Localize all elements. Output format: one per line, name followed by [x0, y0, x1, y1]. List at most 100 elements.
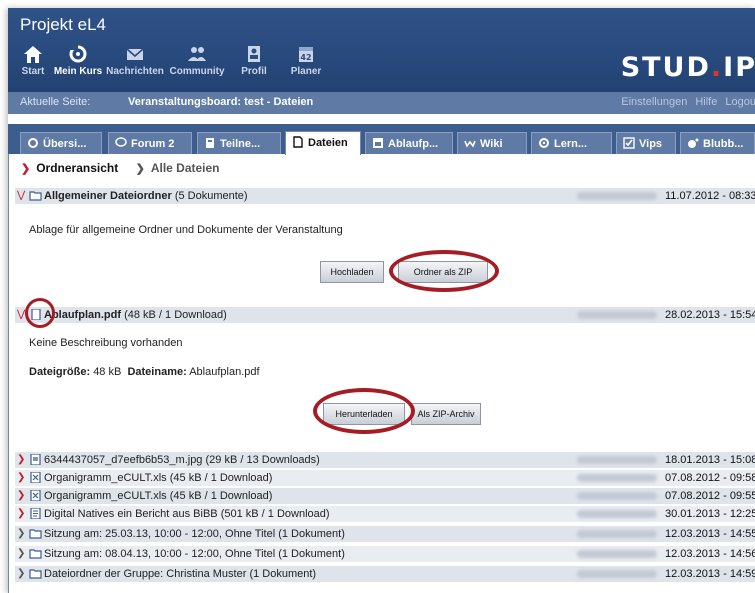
expand-arrow-icon[interactable]: ❯: [17, 526, 29, 542]
nav-mein-kurs[interactable]: Mein Kurs: [52, 44, 104, 88]
tab-label: Übersi...: [43, 138, 87, 150]
file-meta: (48 kB / 1 Download): [124, 309, 227, 321]
profile-icon: [248, 46, 260, 62]
brand-text: STUD: [620, 52, 711, 83]
filename-value: Ablaufplan.pdf: [189, 366, 260, 378]
tab-vips[interactable]: Vips: [616, 132, 676, 154]
size-value: 48 kB: [93, 366, 122, 378]
file-name[interactable]: Ablaufplan.pdf (48 kB / 1 Download): [44, 307, 227, 323]
file-name[interactable]: Digital Natives ein Bericht aus BiBB (50…: [44, 506, 330, 522]
folder-date: 11.07.2012 - 08:33: [665, 190, 755, 202]
folder-row[interactable]: ❯ Sitzung am: 08.04.13, 10:00 - 12:00, O…: [15, 546, 755, 562]
file-name[interactable]: 6344437057_d7eefb6b53_m.jpg (29 kB / 13 …: [44, 452, 320, 468]
overview-icon: [28, 138, 38, 148]
nav-planer[interactable]: 42 Planer: [280, 44, 332, 88]
tab-teilnehmer[interactable]: Teilne...: [197, 132, 281, 154]
file-name[interactable]: Organigramm_eCULT.xls (45 kB / 1 Downloa…: [44, 488, 272, 504]
author-blurred: [577, 456, 657, 464]
help-link[interactable]: Hilfe: [695, 96, 717, 108]
highlight-ring: [25, 298, 55, 328]
tab-forum[interactable]: Forum 2: [108, 132, 192, 154]
expand-arrow-icon[interactable]: ❯: [17, 566, 29, 582]
author-blurred: [577, 510, 657, 518]
file-name[interactable]: Organigramm_eCULT.xls (45 kB / 1 Downloa…: [44, 470, 272, 486]
course-icon: [69, 44, 87, 63]
nav-profil[interactable]: Profil: [228, 44, 280, 88]
expand-arrow-icon[interactable]: ❯: [17, 488, 29, 504]
folder-name[interactable]: Dateiordner der Gruppe: Christina Muster…: [44, 566, 316, 582]
expand-arrow-icon[interactable]: ❯: [17, 452, 29, 468]
folder-row-main[interactable]: ⋁ Allgemeiner Dateiordner (5 Dokumente) …: [15, 188, 755, 204]
nav-label: Mein Kurs: [53, 66, 103, 77]
blubber-icon: [688, 138, 699, 148]
community-icon: [188, 47, 206, 61]
nav-label: Nachrichten: [106, 66, 164, 77]
folder-row[interactable]: ❯ Sitzung am: 25.03.13, 10:00 - 12:00, O…: [15, 526, 755, 542]
folder-name[interactable]: Sitzung am: 08.04.13, 10:00 - 12:00, Ohn…: [44, 546, 345, 562]
tab-uebersicht[interactable]: Übersi...: [20, 132, 102, 154]
tab-ablaufplan[interactable]: Ablaufp...: [365, 132, 453, 154]
author-blurred: [577, 474, 657, 482]
expand-arrow-icon[interactable]: ❯: [17, 546, 29, 562]
folder-title: Allgemeiner Dateiordner: [44, 190, 172, 202]
settings-link[interactable]: Einstellungen: [621, 96, 687, 108]
all-files-link[interactable]: Alle Dateien: [151, 161, 220, 175]
zip-archive-button[interactable]: Als ZIP-Archiv: [411, 403, 481, 425]
file-row[interactable]: ❯ Digital Natives ein Bericht aus BiBB (…: [15, 506, 755, 522]
folder-icon: [29, 529, 42, 539]
file-date: 30.01.2013 - 12:25: [665, 508, 755, 520]
expand-arrow-icon[interactable]: ❯: [17, 506, 29, 522]
current-page-label: Aktuelle Seite:: [20, 96, 91, 108]
folder-count: (1 Dokument): [249, 568, 317, 580]
folder-count: (1 Dokument): [278, 528, 345, 540]
folder-count: (1 Dokument): [278, 548, 345, 560]
current-page-bar: Aktuelle Seite: Veranstaltungsboard: tes…: [8, 92, 755, 114]
folder-row[interactable]: ❯ Dateiordner der Gruppe: Christina Must…: [15, 566, 755, 582]
brand-dot: .: [710, 52, 724, 83]
author-blurred: [577, 570, 657, 578]
expand-arrow-icon[interactable]: ❯: [17, 470, 29, 486]
brand-suffix: IP: [723, 52, 755, 83]
file-title: Organigramm_eCULT.xls: [44, 472, 167, 484]
tab-wiki[interactable]: Wiki: [457, 132, 527, 154]
file-meta: (45 kB / 1 Download): [169, 472, 273, 484]
studip-logo[interactable]: STUD.IP: [621, 52, 755, 83]
wiki-icon: [464, 140, 476, 148]
file-row[interactable]: ❯ Organigramm_eCULT.xls (45 kB / 1 Downl…: [15, 488, 755, 504]
folder-date: 12.03.2013 - 14:59: [665, 568, 755, 580]
tab-label: Ablaufp...: [388, 138, 439, 150]
files-icon: [293, 136, 303, 148]
tab-label: Wiki: [480, 138, 503, 150]
tab-label: Blubb...: [703, 138, 744, 150]
folder-date: 12.03.2013 - 14:55: [665, 528, 755, 540]
file-row[interactable]: ❯ 6344437057_d7eefb6b53_m.jpg (29 kB / 1…: [15, 452, 755, 468]
nav-nachrichten[interactable]: Nachrichten: [104, 44, 166, 88]
mail-icon: [126, 48, 144, 60]
main-nav: Start Mein Kurs Nachrichten Community Pr…: [14, 44, 332, 88]
header-links: Einstellungen Hilfe Logout: [613, 96, 755, 108]
file-row[interactable]: ❯ Organigramm_eCULT.xls (45 kB / 1 Downl…: [15, 470, 755, 486]
folder-view-link[interactable]: Ordneransicht: [36, 161, 118, 175]
folder-name[interactable]: Allgemeiner Dateiordner (5 Dokumente): [44, 188, 248, 204]
file-date: 07.08.2012 - 09:58: [665, 472, 755, 484]
tab-label: Forum 2: [131, 138, 175, 150]
logout-link[interactable]: Logout: [725, 96, 755, 108]
file-title: Organigramm_eCULT.xls: [44, 490, 167, 502]
file-row-open[interactable]: ⋁ Ablaufplan.pdf (48 kB / 1 Download) 28…: [15, 307, 755, 323]
nav-label: Community: [169, 66, 225, 77]
tab-lernmodule[interactable]: Lern...: [531, 132, 612, 154]
arrow-right-icon: ❯: [135, 163, 145, 175]
file-title: Digital Natives ein Bericht aus BiBB: [44, 508, 218, 520]
excel-file-icon: [30, 472, 41, 483]
app-title: Projekt eL4: [20, 15, 106, 34]
upload-button[interactable]: Hochladen: [320, 261, 384, 283]
tab-dateien[interactable]: Dateien: [285, 131, 361, 155]
nav-start[interactable]: Start: [14, 44, 52, 88]
tab-blubber[interactable]: Blubb...: [680, 132, 755, 154]
folder-title: Dateiordner der Gruppe: Christina Muster: [44, 568, 247, 580]
nav-community[interactable]: Community: [166, 44, 228, 88]
folder-name[interactable]: Sitzung am: 25.03.13, 10:00 - 12:00, Ohn…: [44, 526, 345, 542]
collapse-chevron-icon[interactable]: ⋁: [17, 188, 29, 204]
calendar-icon: 42: [299, 47, 313, 62]
folder-title: Sitzung am: 08.04.13, 10:00 - 12:00, Ohn…: [44, 548, 276, 560]
